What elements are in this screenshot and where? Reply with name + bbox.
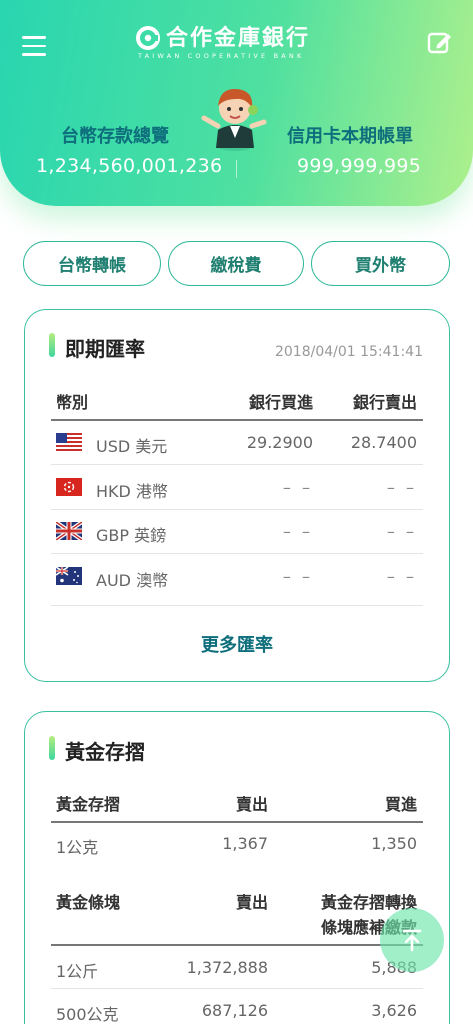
us-flag-icon	[56, 433, 82, 451]
gold-passbook-row-buy: 1,350	[371, 834, 417, 853]
gold-passbook-card: 黃金存摺 黃金存摺 賣出 買進 1公克 1,367 1,350 黃金條塊 賣出 …	[24, 711, 450, 1024]
fx-row-divider	[51, 464, 423, 465]
hamburger-menu-icon[interactable]	[22, 36, 46, 56]
gold-col-passbook: 黃金存摺	[56, 795, 121, 814]
scroll-to-top-button[interactable]	[380, 908, 444, 972]
fx-row-divider	[51, 553, 423, 554]
deposit-overview-label[interactable]: 台幣存款總覽	[61, 122, 169, 148]
scroll-to-top-icon	[402, 929, 422, 952]
gold-bar-row-sell: 687,126	[201, 1001, 268, 1020]
fx-col-currency: 幣別	[56, 393, 89, 412]
fx-buy-aud: – –	[282, 567, 313, 586]
fx-sell-hkd: – –	[386, 478, 417, 497]
gold-bar-col-sell: 賣出	[235, 893, 268, 912]
fx-row-divider	[51, 509, 423, 510]
gold-bar-row-sell: 1,372,888	[186, 958, 268, 977]
gold-passbook-row-name: 1公克	[56, 838, 99, 857]
card-title-accent	[49, 333, 55, 357]
fx-col-buy: 銀行買進	[248, 393, 313, 412]
gold-passbook-row-sell: 1,367	[222, 834, 268, 853]
buy-foreign-currency-button[interactable]: 買外幣	[311, 241, 450, 286]
gold-bar-row-extra: 3,626	[371, 1001, 417, 1020]
gold-header-divider	[51, 821, 423, 823]
fx-row-divider	[51, 605, 423, 606]
fx-buy-hkd: – –	[282, 478, 313, 497]
bank-logo: 合作金庫銀行 TAIWAN COOPERATIVE BANK	[136, 24, 336, 64]
gold-col-bar: 黃金條塊	[56, 893, 121, 912]
credit-card-bill-label[interactable]: 信用卡本期帳單	[287, 122, 413, 148]
bank-name-cn: 合作金庫銀行	[166, 25, 311, 51]
pay-tax-fee-button[interactable]: 繳稅費	[168, 241, 304, 286]
fx-currency-gbp: GBP 英鎊	[96, 526, 167, 545]
gold-bar-row-name: 1公斤	[56, 962, 99, 981]
summary-divider	[236, 160, 237, 178]
fx-card-title: 即期匯率	[65, 337, 145, 361]
fx-col-sell: 銀行賣出	[352, 393, 417, 412]
fx-header-divider	[51, 419, 423, 421]
fx-currency-hkd: HKD 港幣	[96, 482, 168, 501]
edit-icon[interactable]	[427, 30, 453, 56]
fx-currency-aud: AUD 澳幣	[96, 571, 169, 590]
fx-buy-usd: 29.2900	[246, 433, 313, 452]
au-flag-icon	[56, 567, 82, 585]
header-banner: 合作金庫銀行 TAIWAN COOPERATIVE BANK 台幣存款總覽 1,…	[0, 0, 473, 206]
bank-logo-mark-icon	[136, 26, 160, 50]
hk-flag-icon	[56, 478, 82, 496]
fx-buy-gbp: – –	[282, 522, 313, 541]
gold-bar-header-divider	[51, 944, 423, 946]
gold-col-sell: 賣出	[235, 795, 268, 814]
gold-card-title: 黃金存摺	[65, 740, 145, 764]
twd-transfer-button[interactable]: 台幣轉帳	[23, 241, 161, 286]
fx-timestamp: 2018/04/01 15:41:41	[274, 344, 423, 360]
fx-sell-usd: 28.7400	[350, 433, 417, 452]
gold-row-divider	[51, 988, 423, 989]
fx-currency-usd: USD 美元	[96, 437, 168, 456]
deposit-overview-value[interactable]: 1,234,560,001,236	[36, 155, 222, 177]
card-title-accent	[49, 736, 55, 760]
uk-flag-icon	[56, 522, 82, 540]
credit-card-bill-value[interactable]: 999,999,995	[297, 155, 421, 177]
spot-exchange-rate-card: 即期匯率 2018/04/01 15:41:41 幣別 銀行買進 銀行賣出 US…	[24, 309, 450, 682]
mascot-character-image	[201, 88, 267, 151]
gold-col-buy: 買進	[384, 795, 417, 814]
fx-sell-aud: – –	[386, 567, 417, 586]
bank-name-en: TAIWAN COOPERATIVE BANK	[138, 52, 305, 60]
more-exchange-rates-link[interactable]: 更多匯率	[25, 631, 449, 657]
fx-sell-gbp: – –	[386, 522, 417, 541]
gold-bar-row-name: 500公克	[56, 1005, 119, 1024]
